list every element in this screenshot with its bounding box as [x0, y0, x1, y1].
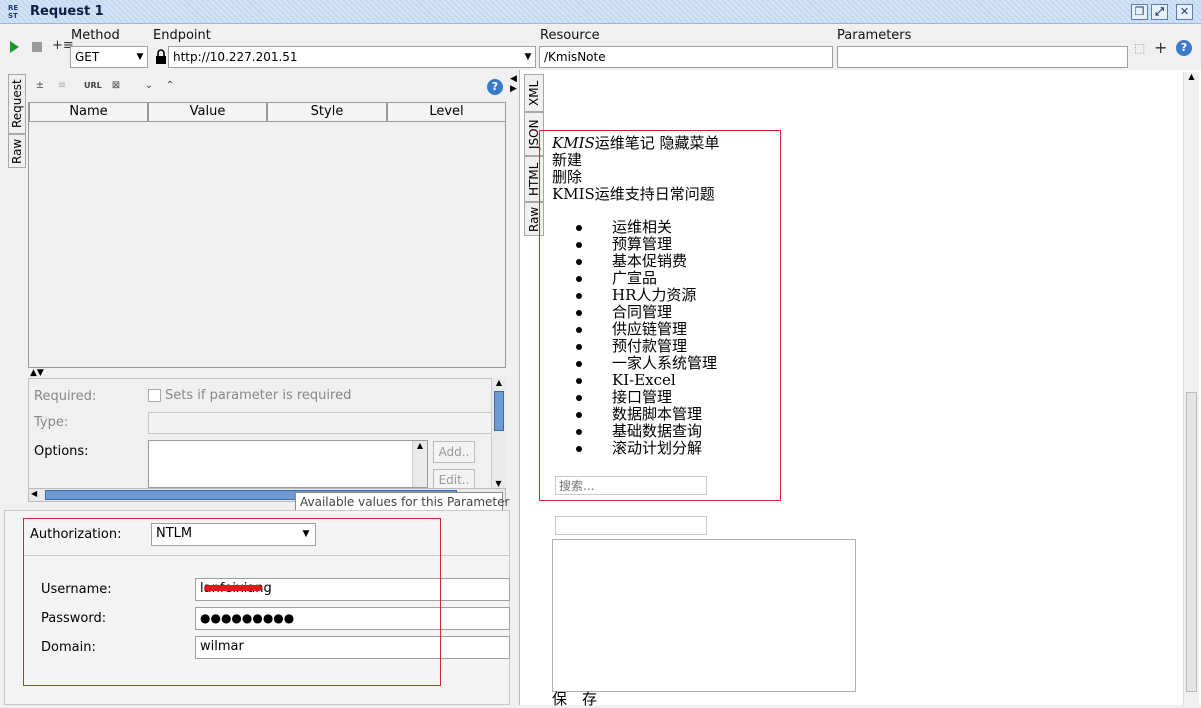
help-icon[interactable]: ? [487, 79, 503, 95]
tooltip: Available values for this Parameter [295, 492, 509, 512]
annotation-box-menu [539, 130, 781, 501]
scroll-thumb[interactable] [494, 391, 504, 431]
column-value[interactable]: Value [148, 102, 267, 122]
scroll-up-icon[interactable]: ▲ [492, 378, 506, 387]
options-scrollbar[interactable]: ▲ [412, 441, 427, 487]
scroll-up-icon[interactable]: ▲ [1184, 72, 1199, 86]
help-icon[interactable]: ? [1176, 40, 1192, 56]
window-title-bar: RE ST Request 1 ❐ ⤢ ✕ [0, 0, 1201, 24]
required-checkbox[interactable] [148, 389, 161, 402]
maximize-icon[interactable]: ⤢ [1151, 4, 1168, 20]
tab-request[interactable]: Request [8, 74, 26, 134]
parameters-input[interactable] [837, 46, 1128, 68]
run-icon[interactable] [8, 40, 20, 54]
add-icon[interactable]: + [1154, 38, 1167, 57]
annotation-box-auth [23, 518, 441, 686]
resource-input[interactable]: /KmisNote [539, 46, 833, 68]
rest-icon-bottom: ST [8, 12, 18, 20]
type-field[interactable] [148, 412, 492, 434]
options-label: Options: [34, 444, 89, 459]
lock-icon [154, 49, 168, 65]
window-title: Request 1 [30, 4, 104, 19]
format-icon[interactable]: ⬚ [1134, 41, 1145, 55]
parameters-label: Parameters [837, 28, 912, 43]
column-level[interactable]: Level [387, 102, 506, 122]
type-label: Type: [34, 415, 69, 430]
add-option-button[interactable]: Add.. [433, 441, 475, 463]
move-up-icon[interactable]: ⌃ [162, 78, 178, 94]
scroll-left-icon[interactable]: ◀ [31, 489, 37, 498]
column-style[interactable]: Style [267, 102, 387, 122]
clear-icon[interactable]: ⊠ [108, 78, 124, 94]
method-value: GET [75, 50, 100, 64]
method-select[interactable]: GET ▼ [70, 46, 148, 68]
text-input[interactable] [555, 516, 707, 535]
options-list[interactable] [148, 440, 428, 488]
remove-param-icon[interactable]: ≡ [54, 78, 70, 94]
method-label: Method [71, 28, 120, 43]
resource-value: /KmisNote [544, 50, 606, 64]
rest-icon-top: RE [8, 4, 19, 12]
tab-raw-request[interactable]: Raw [8, 134, 26, 168]
details-scrollbar[interactable]: ▲ ▼ [491, 378, 506, 488]
endpoint-label: Endpoint [153, 28, 211, 43]
response-scrollbar[interactable]: ▲ [1183, 72, 1199, 705]
note-textarea[interactable] [552, 539, 856, 692]
param-table[interactable] [28, 102, 506, 368]
close-icon[interactable]: ✕ [1176, 4, 1193, 20]
rest-icon: RE ST [8, 4, 24, 20]
endpoint-value: http://10.227.201.51 [173, 50, 298, 64]
splitter-icon[interactable]: ▲▼ [30, 368, 44, 378]
chevron-down-icon: ▼ [136, 52, 144, 62]
resource-label: Resource [540, 28, 600, 43]
stop-icon[interactable] [32, 42, 42, 52]
add-param-icon[interactable]: ± [32, 78, 48, 94]
restore-icon[interactable]: ❐ [1131, 4, 1148, 20]
url-param-icon[interactable]: URL [84, 78, 102, 94]
tab-xml[interactable]: XML [524, 74, 544, 112]
column-name[interactable]: Name [29, 102, 148, 122]
scroll-thumb[interactable] [1186, 392, 1197, 692]
move-down-icon[interactable]: ⌄ [141, 78, 157, 94]
expand-icon[interactable]: ◀ ▶ [510, 74, 517, 94]
required-label: Required: [34, 389, 97, 404]
scroll-down-icon[interactable]: ▼ [492, 479, 505, 488]
endpoint-input[interactable]: http://10.227.201.51 ▼ [168, 46, 536, 68]
save-link[interactable]: 保 存 [552, 691, 597, 708]
required-checkbox-label: Sets if parameter is required [165, 388, 352, 403]
chevron-down-icon[interactable]: ▼ [521, 47, 535, 67]
